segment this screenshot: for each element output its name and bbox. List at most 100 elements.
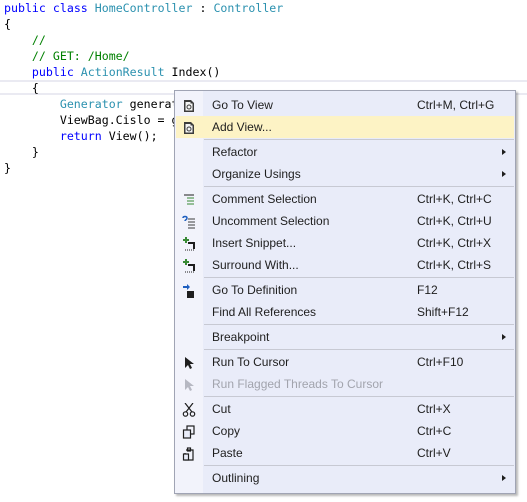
menu-separator — [204, 139, 514, 140]
menu-item-label: Outlining — [212, 471, 260, 485]
menu-item-run-to-cursor[interactable]: Run To Cursor Ctrl+F10 — [176, 351, 514, 373]
code-token: } — [4, 145, 39, 159]
menu-item-label: Surround With... — [212, 258, 299, 272]
code-token: ViewBag.Cislo = g — [4, 113, 179, 127]
code-line[interactable]: { — [4, 80, 39, 96]
code-line[interactable]: { — [4, 16, 11, 32]
menu-separator — [204, 349, 514, 350]
menu-item-label: Paste — [212, 446, 243, 460]
menu-item-shortcut: Shift+F12 — [417, 305, 469, 319]
code-token: View(); — [101, 129, 158, 143]
menu-item-cut[interactable]: Cut Ctrl+X — [176, 398, 514, 420]
submenu-arrow-icon — [502, 149, 506, 155]
submenu-arrow-icon — [502, 171, 506, 177]
copy-icon — [182, 424, 196, 439]
menu-item-shortcut: Ctrl+K, Ctrl+X — [417, 236, 492, 250]
menu-item-label: Run Flagged Threads To Cursor — [212, 377, 383, 391]
code-line[interactable]: // — [4, 32, 46, 48]
keyword-token: class — [52, 1, 88, 15]
code-line[interactable]: public class HomeController : Controller — [4, 0, 283, 16]
context-menu: Go To View Ctrl+M, Ctrl+G Add View... Refac… — [174, 90, 516, 494]
menu-item-label: Go To Definition — [212, 283, 298, 297]
menu-separator — [204, 465, 514, 466]
menu-item-breakpoint[interactable]: Breakpoint — [176, 326, 514, 348]
menu-item-comment-selection[interactable]: Comment Selection Ctrl+K, Ctrl+C — [176, 188, 514, 210]
menu-item-organize-usings[interactable]: Organize Usings — [176, 163, 514, 185]
scissors-icon — [182, 402, 196, 417]
code-token: { — [4, 81, 39, 95]
menu-item-shortcut: F12 — [417, 283, 438, 297]
menu-separator — [204, 324, 514, 325]
type-token: Generator — [59, 97, 123, 111]
menu-item-shortcut: Ctrl+V — [417, 446, 451, 460]
paste-icon — [182, 446, 196, 461]
menu-item-shortcut: Ctrl+M, Ctrl+G — [417, 98, 495, 112]
menu-item-label: Comment Selection — [212, 192, 317, 206]
code-line[interactable]: Generator generat — [4, 96, 179, 112]
menu-item-add-view[interactable]: Add View... — [176, 116, 514, 138]
comment-token: // GET: /Home/ — [31, 49, 130, 63]
code-token: } — [4, 161, 11, 175]
menu-item-label: Run To Cursor — [212, 355, 290, 369]
menu-item-label: Copy — [212, 424, 241, 438]
code-token: : — [192, 1, 214, 15]
snippet-icon — [182, 236, 196, 251]
menu-item-label: Go To View — [212, 98, 273, 112]
type-token: HomeController — [94, 1, 193, 15]
cursor-arrow-icon — [182, 355, 196, 369]
menu-item-uncomment-selection[interactable]: Uncomment Selection Ctrl+K, Ctrl+U — [176, 210, 514, 232]
menu-item-shortcut: Ctrl+X — [417, 402, 451, 416]
menu-item-run-flagged-threads-to-cursor[interactable]: Run Flagged Threads To Cursor — [176, 373, 514, 395]
menu-item-copy[interactable]: Copy Ctrl+C — [176, 420, 514, 442]
code-token: { — [4, 17, 11, 31]
menu-item-label: Refactor — [212, 145, 258, 159]
code-token: Index() — [164, 65, 221, 79]
menu-separator — [204, 186, 514, 187]
type-token: Controller — [213, 1, 284, 15]
view-page-icon — [182, 98, 196, 112]
menu-item-insert-snippet[interactable]: Insert Snippet... Ctrl+K, Ctrl+X — [176, 232, 514, 254]
menu-item-shortcut: Ctrl+K, Ctrl+S — [417, 258, 492, 272]
go-to-definition-icon — [182, 283, 196, 298]
menu-item-label: Add View... — [212, 120, 272, 134]
menu-item-go-to-definition[interactable]: Go To Definition F12 — [176, 279, 514, 301]
menu-item-find-all-references[interactable]: Find All References Shift+F12 — [176, 301, 514, 323]
menu-item-shortcut: Ctrl+K, Ctrl+C — [417, 192, 492, 206]
code-line[interactable]: return View(); — [4, 128, 158, 144]
code-line[interactable]: } — [4, 144, 39, 160]
menu-item-outlining[interactable]: Outlining — [176, 467, 514, 489]
menu-item-paste[interactable]: Paste Ctrl+V — [176, 442, 514, 464]
comment-icon — [182, 192, 196, 206]
comment-token: // — [31, 33, 46, 47]
menu-separator — [204, 277, 514, 278]
code-token: generat — [122, 97, 179, 111]
code-line[interactable]: ViewBag.Cislo = g — [4, 112, 179, 128]
view-page-icon — [182, 120, 196, 134]
snippet-icon — [182, 258, 196, 273]
code-line[interactable]: public ActionResult Index() — [4, 64, 220, 80]
menu-item-go-to-view[interactable]: Go To View Ctrl+M, Ctrl+G — [176, 94, 514, 116]
submenu-arrow-icon — [502, 334, 506, 340]
code-line[interactable]: // GET: /Home/ — [4, 48, 130, 64]
keyword-token: public — [31, 65, 74, 79]
menu-separator — [204, 396, 514, 397]
type-token: ActionResult — [80, 65, 165, 79]
menu-item-label: Find All References — [212, 305, 317, 319]
code-line[interactable]: } — [4, 160, 11, 176]
menu-item-refactor[interactable]: Refactor — [176, 141, 514, 163]
menu-item-label: Cut — [212, 402, 231, 416]
menu-item-shortcut: Ctrl+F10 — [417, 355, 464, 369]
cursor-arrow-icon — [182, 377, 196, 391]
submenu-arrow-icon — [502, 475, 506, 481]
menu-item-surround-with[interactable]: Surround With... Ctrl+K, Ctrl+S — [176, 254, 514, 276]
menu-item-label: Organize Usings — [212, 167, 301, 181]
menu-item-shortcut: Ctrl+C — [417, 424, 452, 438]
